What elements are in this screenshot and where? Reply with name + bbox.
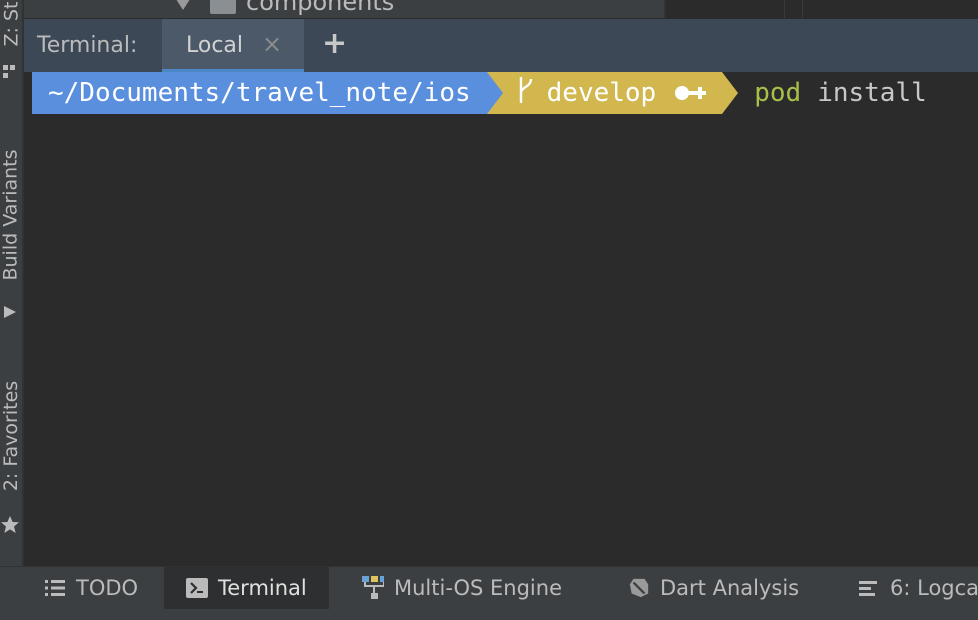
editor-divider (784, 0, 785, 18)
project-tree: components (24, 0, 978, 18)
segment-separator (722, 72, 739, 114)
tab-local[interactable]: Local × (162, 19, 304, 73)
prompt-branch-segment: develop (502, 72, 723, 114)
dart-icon (628, 577, 650, 599)
terminal-tab[interactable]: Terminal (164, 567, 329, 609)
multi-os-engine-tab[interactable]: Multi-OS Engine (362, 567, 562, 609)
left-tool-strip: Z: St Build Variants 2: Favorites (0, 0, 22, 566)
command-args: install (817, 78, 927, 108)
build-variants-tab[interactable]: Build Variants (0, 130, 22, 300)
terminal-output[interactable]: ~/Documents/travel_note/ios develop pod … (24, 72, 978, 566)
shell-prompt: ~/Documents/travel_note/ios develop pod … (32, 72, 927, 114)
multi-os-engine-icon (362, 576, 384, 599)
command-name: pod (754, 78, 802, 108)
terminal-header: Terminal: Local × + (24, 18, 978, 73)
current-directory: ~/Documents/travel_note/ios (48, 78, 471, 108)
tree-item-components[interactable]: components (246, 0, 394, 16)
dart-analysis-tab-label: Dart Analysis (660, 576, 800, 600)
todo-tab[interactable]: TODO (44, 567, 138, 609)
prompt-path-segment: ~/Documents/travel_note/ios (32, 72, 487, 114)
structure-tab[interactable]: Z: St (0, 0, 22, 54)
structure-icon (3, 64, 15, 78)
logcat-tab[interactable]: 6: Logca (858, 567, 978, 609)
git-branch-icon (517, 75, 535, 112)
dart-analysis-tab[interactable]: Dart Analysis (628, 567, 799, 609)
todo-tab-label: TODO (76, 576, 139, 600)
logcat-tab-label: 6: Logca (890, 576, 978, 600)
favorites-tab-label: 2: Favorites (0, 380, 22, 492)
editor-divider (802, 0, 803, 18)
folder-icon (210, 0, 236, 14)
build-variants-icon (2, 302, 18, 320)
multi-os-engine-tab-label: Multi-OS Engine (394, 576, 562, 600)
terminal-title: Terminal: (37, 33, 138, 58)
structure-tab-label: Z: St (0, 1, 22, 47)
build-variants-tab-label: Build Variants (0, 149, 22, 281)
close-icon[interactable]: × (262, 32, 282, 56)
terminal-icon (186, 577, 208, 599)
list-icon (44, 577, 66, 599)
editor-area (666, 0, 978, 18)
add-tab-button[interactable]: + (322, 29, 347, 59)
tree-expand-arrow-icon[interactable] (174, 0, 192, 10)
git-branch-name: develop (546, 78, 657, 108)
segment-separator (486, 72, 503, 114)
favorites-tab[interactable]: 2: Favorites (0, 366, 22, 506)
star-icon (0, 514, 20, 536)
key-icon (674, 84, 708, 102)
bottom-tool-bar: TODO Terminal Multi-OS Engine Dart Analy… (0, 566, 978, 620)
terminal-tab-label: Terminal (218, 576, 307, 600)
logcat-icon (858, 577, 880, 599)
tab-local-label: Local (186, 33, 244, 58)
